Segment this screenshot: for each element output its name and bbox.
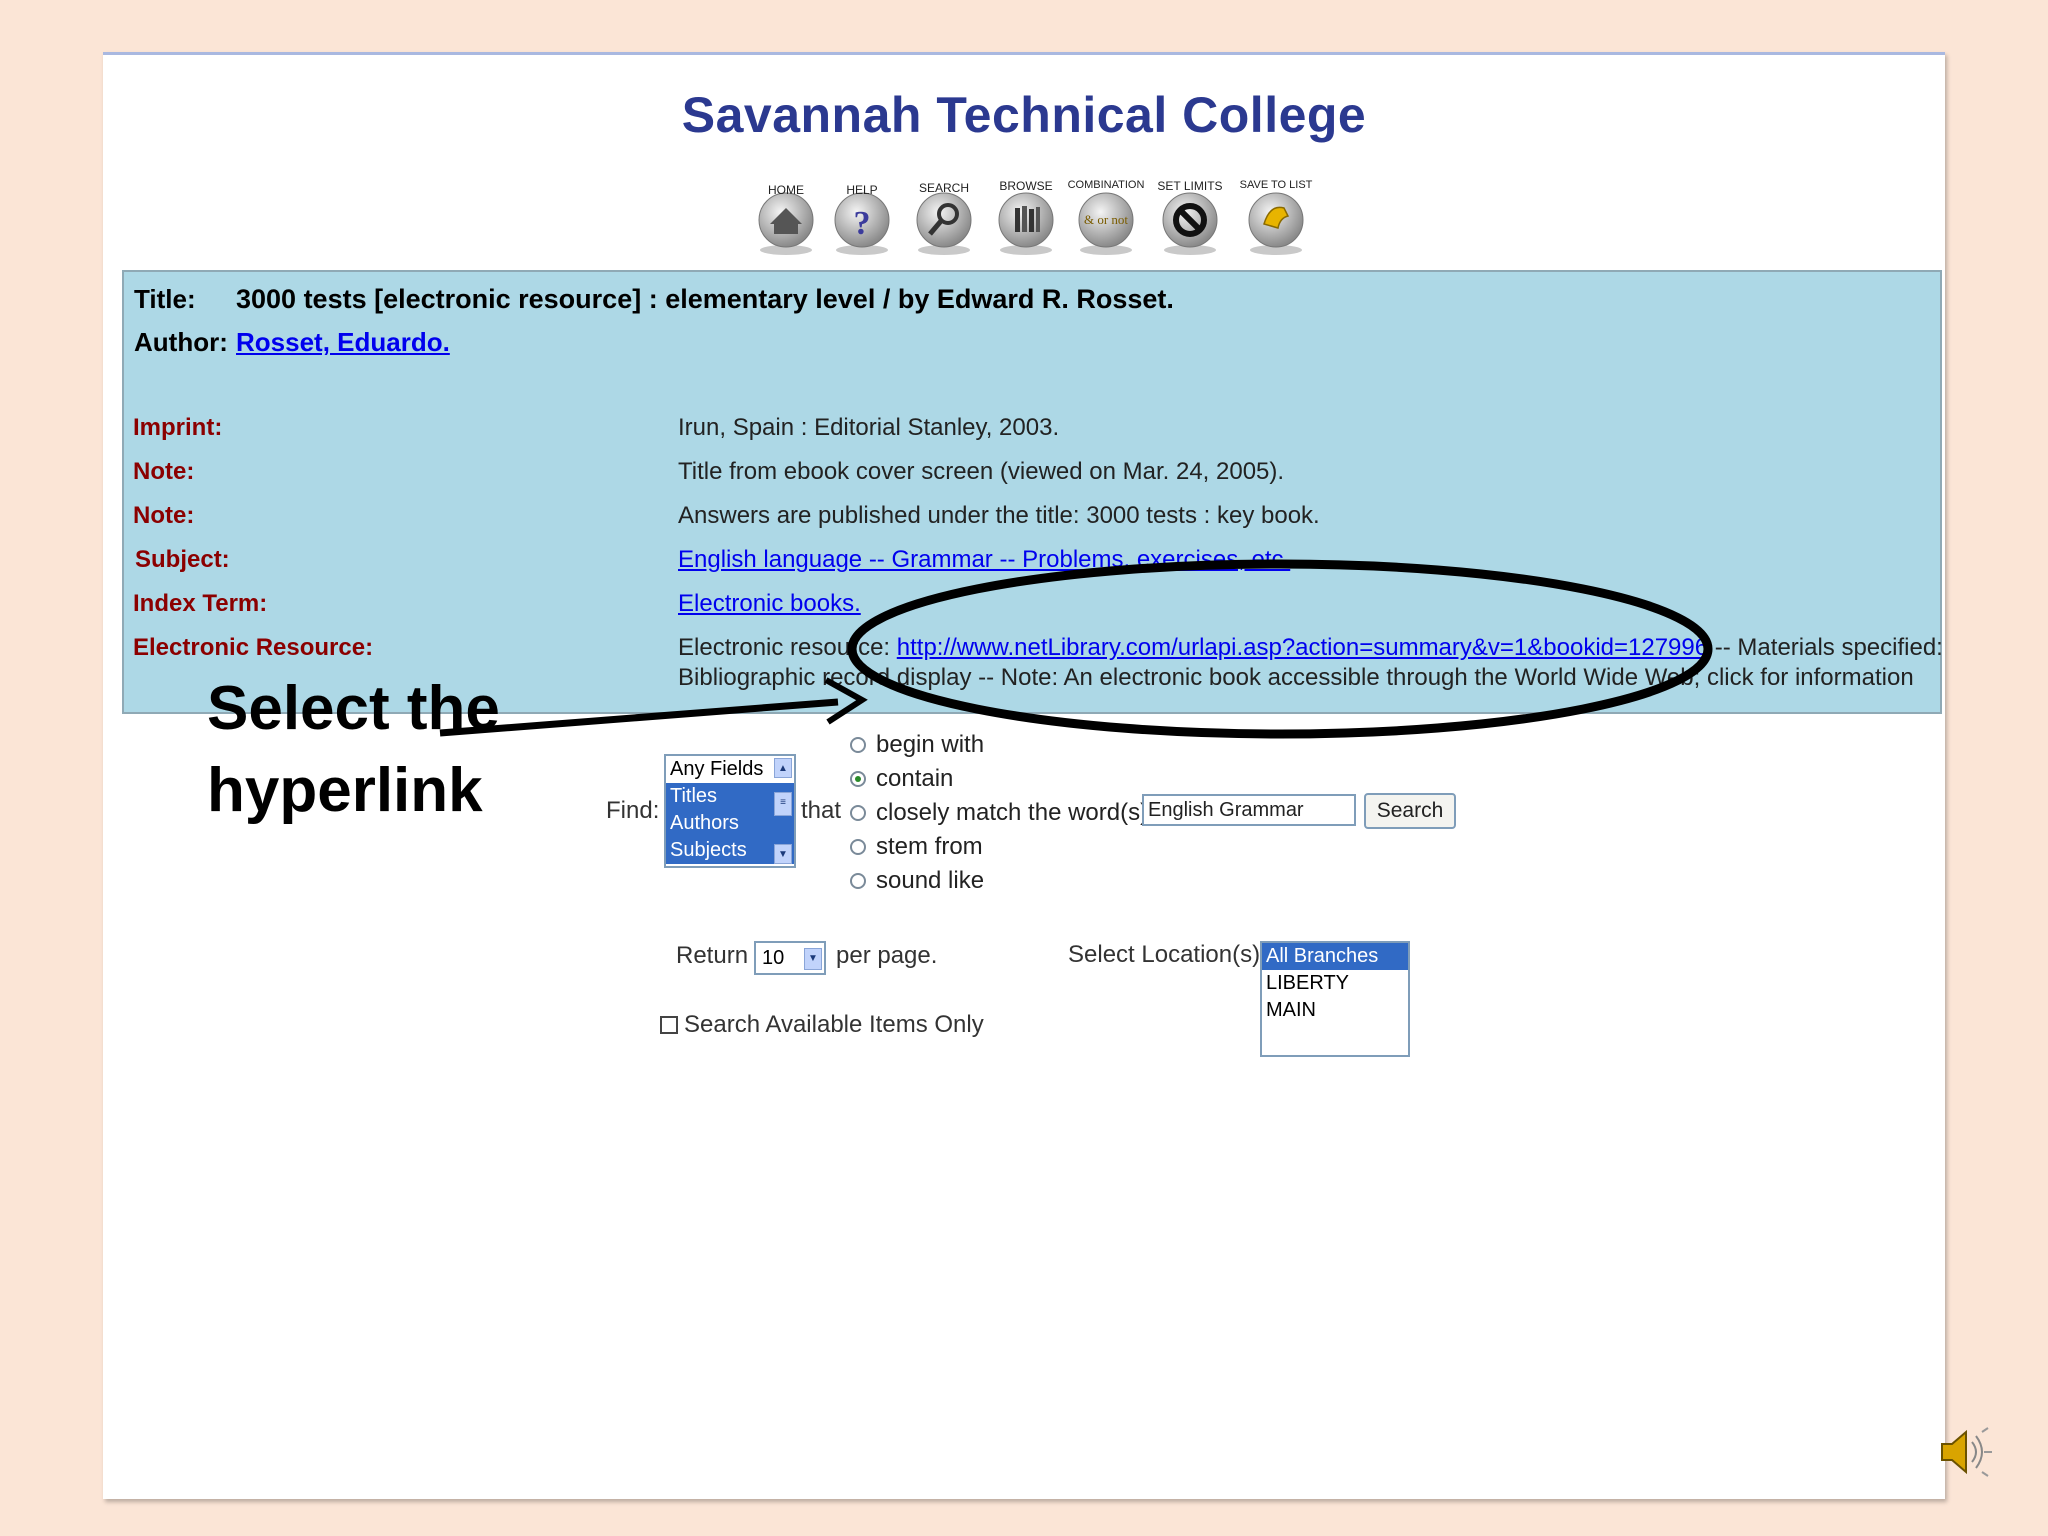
chevron-down-icon[interactable]: ▼ xyxy=(804,948,822,970)
location-option[interactable]: MAIN xyxy=(1262,997,1408,1024)
match-option-begin-with[interactable]: begin with xyxy=(850,728,984,762)
imprint-value: Irun, Spain : Editorial Stanley, 2003. xyxy=(678,414,1060,441)
help-button[interactable]: ? HELP xyxy=(826,168,904,260)
save-to-list-button[interactable]: SAVE TO LIST xyxy=(1240,168,1318,260)
location-label: Select Location(s) xyxy=(1068,941,1261,968)
electronic-resource-hyperlink[interactable]: http://www.netLibrary.com/urlapi.asp?act… xyxy=(897,634,1708,661)
radio-button[interactable] xyxy=(850,737,866,753)
svg-text:BROWSE: BROWSE xyxy=(999,179,1052,193)
match-option-label: contain xyxy=(876,765,954,792)
available-only-label: Search Available Items Only xyxy=(684,1011,984,1038)
electronic-resource-line-2: Bibliographic record display -- Note: An… xyxy=(678,664,1914,691)
note-value-1: Title from ebook cover screen (viewed on… xyxy=(678,458,1285,485)
electronic-resource-suffix: -- Materials specified: xyxy=(1714,634,1943,661)
speaker-icon[interactable] xyxy=(1936,1422,1994,1482)
svg-text:HELP: HELP xyxy=(846,183,877,197)
index-term-link[interactable]: Electronic books. xyxy=(678,590,861,618)
home-icon: HOME xyxy=(758,183,814,255)
search-icon: SEARCH xyxy=(916,181,972,255)
radio-button[interactable] xyxy=(850,805,866,821)
combination-button[interactable]: & or not COMBINATION xyxy=(1068,168,1148,260)
electronic-resource-label: Electronic Resource: xyxy=(133,634,374,661)
title-value: 3000 tests [electronic resource] : eleme… xyxy=(236,284,1174,314)
help-icon: ? HELP xyxy=(834,183,890,255)
find-label: Find: xyxy=(606,797,660,824)
svg-text:& or not: & or not xyxy=(1084,212,1128,227)
note-label-2: Note: xyxy=(133,502,195,529)
electronic-resource-line-1: Electronic resource: http://www.netLibra… xyxy=(678,634,1943,662)
scroll-down-icon[interactable]: ▼ xyxy=(774,844,792,864)
index-term-label: Index Term: xyxy=(133,590,268,617)
home-button[interactable]: HOME xyxy=(750,168,828,260)
catalog-toolbar: HOME ? HELP SEARCH BROWSE & or not COMBI… xyxy=(750,168,1330,268)
browse-button[interactable]: BROWSE xyxy=(990,168,1068,260)
per-page-label: per page. xyxy=(836,942,938,969)
note-value-2: Answers are published under the title: 3… xyxy=(678,502,1320,529)
svg-text:?: ? xyxy=(854,205,871,242)
location-option[interactable]: All Branches xyxy=(1262,943,1408,970)
search-fields-listbox[interactable]: Any Fields Titles Authors Subjects ▲ ≡ ▼ xyxy=(664,754,796,868)
match-option-label: closely match the word(s) xyxy=(876,799,1149,826)
page-title: Savannah Technical College xyxy=(681,87,1367,143)
match-option-contain[interactable]: contain xyxy=(850,762,953,796)
match-option-label: begin with xyxy=(876,731,985,758)
radio-button-selected[interactable] xyxy=(850,771,866,787)
match-option-label: stem from xyxy=(876,833,983,860)
search-input[interactable] xyxy=(1142,794,1356,826)
author-link[interactable]: Rosset, Eduardo. xyxy=(236,327,450,358)
return-label: Return xyxy=(676,942,749,969)
match-option-label: sound like xyxy=(876,867,985,894)
per-page-value: 10 xyxy=(762,947,785,969)
match-option-sound-like[interactable]: sound like xyxy=(850,864,984,898)
set-limits-icon: SET LIMITS xyxy=(1157,179,1223,255)
search-button[interactable]: Search xyxy=(1364,793,1456,829)
set-limits-button[interactable]: SET LIMITS xyxy=(1154,168,1232,260)
subject-link[interactable]: English language -- Grammar -- Problems,… xyxy=(678,546,1290,574)
imprint-label: Imprint: xyxy=(133,414,223,441)
scroll-up-icon[interactable]: ▲ xyxy=(774,758,792,778)
title-label: Title: xyxy=(134,284,196,314)
note-label-1: Note: xyxy=(133,458,195,485)
svg-text:SET LIMITS: SET LIMITS xyxy=(1157,179,1222,193)
annotation-line-1: Select the xyxy=(207,674,500,743)
svg-text:HOME: HOME xyxy=(768,183,804,197)
svg-text:SAVE TO LIST: SAVE TO LIST xyxy=(1240,179,1313,191)
save-to-list-icon: SAVE TO LIST xyxy=(1240,179,1313,255)
location-option[interactable]: LIBERTY xyxy=(1262,970,1408,997)
per-page-select[interactable]: 10 ▼ xyxy=(754,941,826,975)
location-listbox[interactable]: All Branches LIBERTY MAIN xyxy=(1260,941,1410,1057)
subject-label: Subject: xyxy=(135,546,230,573)
browse-icon: BROWSE xyxy=(998,179,1054,255)
annotation-callout: Select the hyperlink xyxy=(207,668,500,832)
radio-button[interactable] xyxy=(850,839,866,855)
radio-button[interactable] xyxy=(850,873,866,889)
svg-text:COMBINATION: COMBINATION xyxy=(1068,179,1145,191)
svg-text:SEARCH: SEARCH xyxy=(919,181,969,195)
scroll-thumb[interactable]: ≡ xyxy=(774,792,792,816)
match-option-closely-match[interactable]: closely match the word(s) xyxy=(850,796,1148,830)
search-nav-button[interactable]: SEARCH xyxy=(908,168,986,260)
electronic-resource-prefix: Electronic resource: xyxy=(678,634,891,661)
combination-icon: & or not COMBINATION xyxy=(1068,179,1145,255)
author-label: Author: xyxy=(134,327,228,357)
that-label: that xyxy=(801,797,842,824)
annotation-line-2: hyperlink xyxy=(207,756,483,825)
available-only-checkbox[interactable] xyxy=(660,1016,678,1034)
match-option-stem-from[interactable]: stem from xyxy=(850,830,983,864)
